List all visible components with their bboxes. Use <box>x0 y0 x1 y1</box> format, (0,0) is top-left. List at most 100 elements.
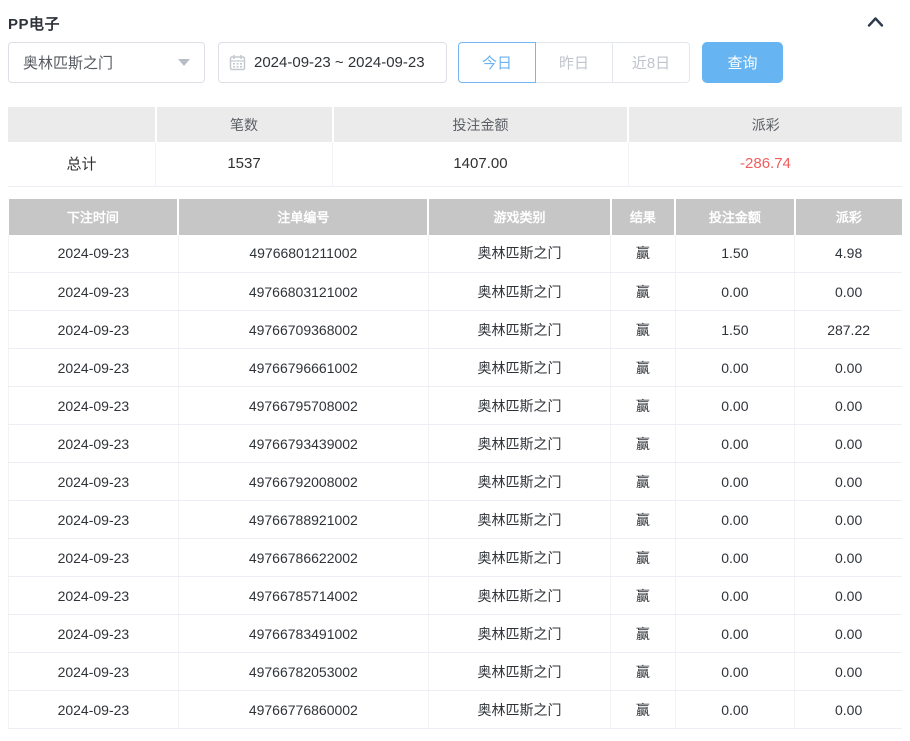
table-row: 2024-09-23 49766783491002 奥林匹斯之门 赢 0.00 … <box>9 615 903 653</box>
cell-game-type: 奥林匹斯之门 <box>428 273 610 311</box>
cell-bet-id: 49766792008002 <box>178 463 428 501</box>
cell-bet-time: 2024-09-23 <box>9 463 179 501</box>
report-panel: PP电子 奥林匹斯之门 <box>0 0 910 729</box>
cell-game-type: 奥林匹斯之门 <box>428 425 610 463</box>
summary-total-bet-amount: 1407.00 <box>333 142 629 186</box>
cell-bet-id: 49766782053002 <box>178 653 428 691</box>
table-row: 2024-09-23 49766795708002 奥林匹斯之门 赢 0.00 … <box>9 387 903 425</box>
cell-result: 赢 <box>611 653 675 691</box>
cell-payout: 287.22 <box>795 311 902 349</box>
cell-game-type: 奥林匹斯之门 <box>428 311 610 349</box>
summary-table: 笔数 投注金额 派彩 总计 1537 1407.00 -286.74 <box>8 107 902 187</box>
cell-game-type: 奥林匹斯之门 <box>428 387 610 425</box>
cell-game-type: 奥林匹斯之门 <box>428 653 610 691</box>
cell-payout: 0.00 <box>795 653 902 691</box>
cell-payout: 4.98 <box>795 235 902 273</box>
collapse-panel-button[interactable] <box>862 13 888 33</box>
summary-header-empty <box>8 107 156 142</box>
cell-payout: 0.00 <box>795 425 902 463</box>
cell-game-type: 奥林匹斯之门 <box>428 691 610 729</box>
cell-result: 赢 <box>611 311 675 349</box>
summary-total-label: 总计 <box>8 142 156 186</box>
chevron-up-icon <box>867 16 884 31</box>
cell-bet-time: 2024-09-23 <box>9 691 179 729</box>
cell-bet-amount: 0.00 <box>675 615 795 653</box>
cell-bet-amount: 0.00 <box>675 349 795 387</box>
table-row: 2024-09-23 49766786622002 奥林匹斯之门 赢 0.00 … <box>9 539 903 577</box>
table-row: 2024-09-23 49766782053002 奥林匹斯之门 赢 0.00 … <box>9 653 903 691</box>
cell-payout: 0.00 <box>795 501 902 539</box>
today-button[interactable]: 今日 <box>458 42 536 83</box>
yesterday-button[interactable]: 昨日 <box>535 42 613 83</box>
cell-bet-amount: 0.00 <box>675 691 795 729</box>
detail-header-row: 下注时间 注单编号 游戏类别 结果 投注金额 派彩 <box>9 199 903 235</box>
table-row: 2024-09-23 49766793439002 奥林匹斯之门 赢 0.00 … <box>9 425 903 463</box>
summary-total-count: 1537 <box>156 142 333 186</box>
table-row: 2024-09-23 49766801211002 奥林匹斯之门 赢 1.50 … <box>9 235 903 273</box>
cell-bet-id: 49766801211002 <box>178 235 428 273</box>
cell-bet-time: 2024-09-23 <box>9 539 179 577</box>
page-title: PP电子 <box>8 13 60 34</box>
header-bet-time: 下注时间 <box>9 199 179 235</box>
table-row: 2024-09-23 49766785714002 奥林匹斯之门 赢 0.00 … <box>9 577 903 615</box>
cell-bet-amount: 0.00 <box>675 653 795 691</box>
table-row: 2024-09-23 49766776860002 奥林匹斯之门 赢 0.00 … <box>9 691 903 729</box>
cell-bet-time: 2024-09-23 <box>9 273 179 311</box>
game-select[interactable]: 奥林匹斯之门 <box>8 42 205 83</box>
cell-payout: 0.00 <box>795 273 902 311</box>
cell-payout: 0.00 <box>795 349 902 387</box>
bet-records-table: 下注时间 注单编号 游戏类别 结果 投注金额 派彩 2024-09-23 497… <box>8 199 902 730</box>
table-row: 2024-09-23 49766792008002 奥林匹斯之门 赢 0.00 … <box>9 463 903 501</box>
cell-bet-id: 49766788921002 <box>178 501 428 539</box>
cell-bet-id: 49766786622002 <box>178 539 428 577</box>
cell-bet-time: 2024-09-23 <box>9 349 179 387</box>
summary-header-bet-amount: 投注金额 <box>333 107 629 142</box>
cell-result: 赢 <box>611 387 675 425</box>
cell-result: 赢 <box>611 425 675 463</box>
table-row: 2024-09-23 49766803121002 奥林匹斯之门 赢 0.00 … <box>9 273 903 311</box>
cell-game-type: 奥林匹斯之门 <box>428 235 610 273</box>
summary-header-row: 笔数 投注金额 派彩 <box>8 107 902 142</box>
cell-bet-amount: 0.00 <box>675 425 795 463</box>
cell-payout: 0.00 <box>795 539 902 577</box>
cell-bet-amount: 0.00 <box>675 539 795 577</box>
cell-game-type: 奥林匹斯之门 <box>428 501 610 539</box>
header-bet-amount: 投注金额 <box>675 199 795 235</box>
game-select-value: 奥林匹斯之门 <box>23 52 113 73</box>
cell-result: 赢 <box>611 273 675 311</box>
cell-game-type: 奥林匹斯之门 <box>428 539 610 577</box>
cell-result: 赢 <box>611 691 675 729</box>
cell-game-type: 奥林匹斯之门 <box>428 463 610 501</box>
cell-payout: 0.00 <box>795 577 902 615</box>
cell-game-type: 奥林匹斯之门 <box>428 577 610 615</box>
summary-total-row: 总计 1537 1407.00 -286.74 <box>8 142 902 186</box>
cell-bet-time: 2024-09-23 <box>9 425 179 463</box>
query-button[interactable]: 查询 <box>702 42 783 83</box>
cell-payout: 0.00 <box>795 691 902 729</box>
header-game-type: 游戏类别 <box>428 199 610 235</box>
date-range-input[interactable]: 2024-09-23 ~ 2024-09-23 <box>218 42 447 83</box>
summary-header-payout: 派彩 <box>628 107 902 142</box>
calendar-icon <box>229 54 246 71</box>
date-range-value: 2024-09-23 ~ 2024-09-23 <box>254 54 425 71</box>
cell-bet-amount: 0.00 <box>675 273 795 311</box>
filter-bar: 奥林匹斯之门 2024-09-23 ~ 2024-09-23 今日 <box>8 42 902 83</box>
cell-bet-time: 2024-09-23 <box>9 577 179 615</box>
header-result: 结果 <box>611 199 675 235</box>
cell-bet-id: 49766795708002 <box>178 387 428 425</box>
summary-header-count: 笔数 <box>156 107 333 142</box>
last-8-days-button[interactable]: 近8日 <box>612 42 690 83</box>
cell-bet-amount: 0.00 <box>675 501 795 539</box>
cell-payout: 0.00 <box>795 387 902 425</box>
cell-game-type: 奥林匹斯之门 <box>428 349 610 387</box>
cell-bet-amount: 0.00 <box>675 463 795 501</box>
cell-bet-id: 49766709368002 <box>178 311 428 349</box>
cell-result: 赢 <box>611 463 675 501</box>
cell-bet-time: 2024-09-23 <box>9 235 179 273</box>
header-payout: 派彩 <box>795 199 902 235</box>
chevron-down-icon <box>178 59 190 66</box>
table-row: 2024-09-23 49766796661002 奥林匹斯之门 赢 0.00 … <box>9 349 903 387</box>
cell-result: 赢 <box>611 615 675 653</box>
cell-bet-id: 49766785714002 <box>178 577 428 615</box>
cell-bet-id: 49766783491002 <box>178 615 428 653</box>
